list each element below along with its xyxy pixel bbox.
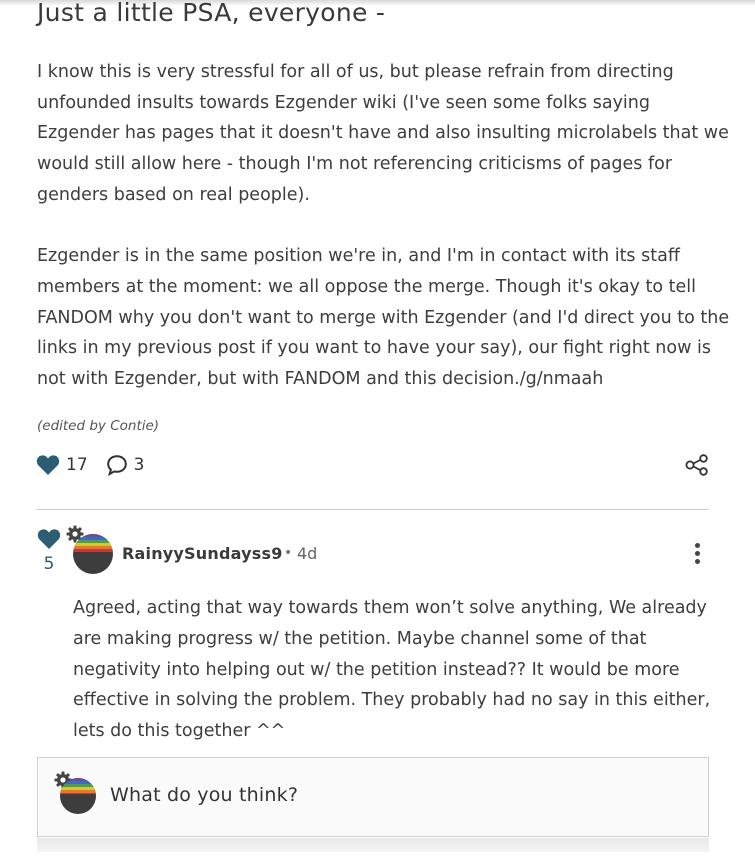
- reply-timestamp: 4d: [297, 544, 318, 563]
- post-title: Just a little PSA, everyone -: [37, 0, 386, 27]
- reply-line: effective in solving the problem. They p…: [73, 690, 711, 711]
- reply-line: lets do this together ^^: [73, 721, 286, 742]
- heart-icon: [37, 529, 61, 549]
- share-icon[interactable]: [685, 454, 709, 476]
- comments-button[interactable]: 3: [106, 454, 145, 476]
- post-line: I know this is very stressful for all of…: [37, 62, 674, 82]
- reply-line: Agreed, acting that way towards them won…: [73, 598, 707, 618]
- heart-icon[interactable]: [36, 454, 60, 476]
- divider: [37, 509, 709, 510]
- composer-avatar: [60, 778, 96, 814]
- post-body: I know this is very stressful for all of…: [37, 57, 730, 395]
- more-options-icon[interactable]: [693, 543, 701, 567]
- post-line: members at the moment: we all oppose the…: [37, 276, 696, 297]
- post-line: unfounded insults towards Ezgender wiki …: [37, 92, 650, 113]
- post-line: links in my previous post if you want to…: [37, 338, 711, 359]
- post-line: not with Ezgender, but with FANDOM and t…: [37, 369, 604, 390]
- likes-count: 17: [66, 455, 88, 475]
- reply-like-button[interactable]: 5: [36, 528, 62, 574]
- edited-note: (edited by Contie): [37, 418, 160, 434]
- reply-body: Agreed, acting that way towards them won…: [73, 593, 713, 747]
- composer-bottom-edge: [37, 838, 709, 852]
- avatar[interactable]: [73, 534, 113, 574]
- reply-author[interactable]: RainyySundayss9: [122, 544, 283, 563]
- reply-likes-count: 5: [43, 554, 55, 574]
- reply-line: are making progress w/ the petition. May…: [73, 628, 647, 649]
- post-line: would still allow here - though I'm not …: [37, 154, 673, 175]
- comments-count: 3: [133, 455, 145, 475]
- post-actions: 17 3: [36, 452, 144, 478]
- separator-dot: •: [284, 545, 293, 561]
- reply-line: negativity into helping out w/ the petit…: [73, 659, 680, 680]
- post-line: Ezgender is in the same position we're i…: [37, 246, 680, 267]
- post-line: Ezgender has pages that it doesn't have …: [37, 123, 729, 144]
- comment-icon: [106, 455, 127, 476]
- post-line: FANDOM why you don't want to merge with …: [37, 307, 730, 328]
- discussion-page: Just a little PSA, everyone - I know thi…: [0, 0, 755, 859]
- comment-input[interactable]: What do you think?: [110, 784, 298, 806]
- post-line: genders based on real people).: [37, 184, 310, 205]
